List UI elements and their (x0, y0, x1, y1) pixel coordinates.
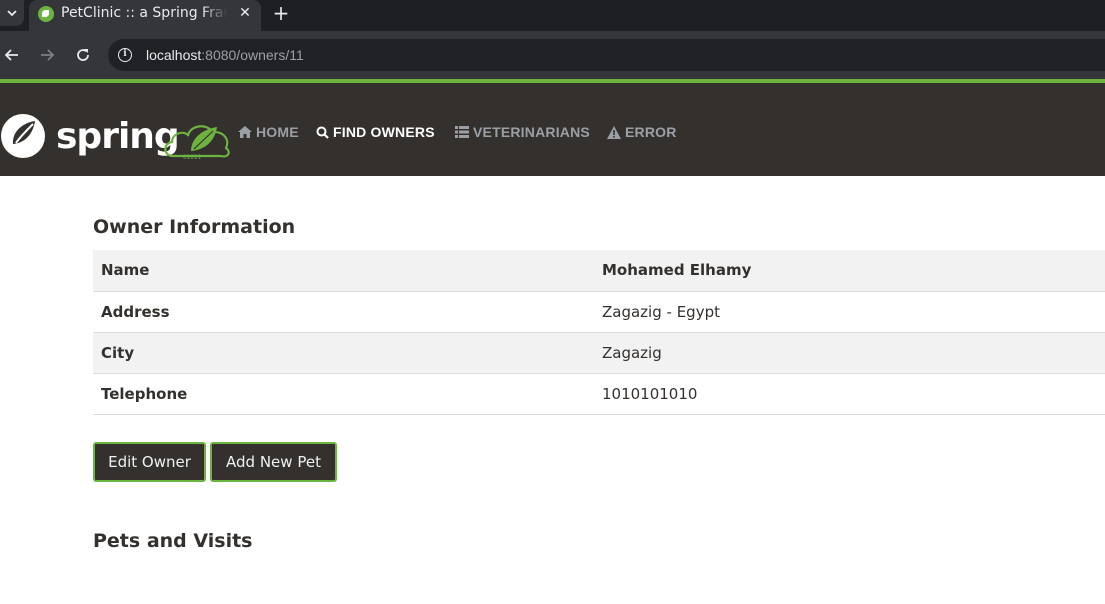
spring-wordmark: spring (56, 116, 179, 157)
chevron-down-icon (7, 10, 17, 17)
owner-information-table: Name Mohamed Elhamy Address Zagazig - Eg… (93, 250, 1105, 415)
owner-address-value: Zagazig - Egypt (602, 302, 720, 321)
owner-information-heading: Owner Information (93, 216, 296, 238)
nav-veterinarians-label: VETERINARIANS (473, 124, 590, 140)
owner-telephone-value: 1010101010 (602, 384, 698, 403)
add-new-pet-button[interactable]: Add New Pet (210, 442, 337, 482)
arrow-left-icon (4, 49, 18, 61)
url-text: localhost:8080/owners/11 (146, 46, 304, 64)
nav-error[interactable]: ERROR (607, 124, 677, 140)
spring-favicon-icon (38, 6, 54, 22)
owner-name-value: Mohamed Elhamy (602, 261, 752, 280)
table-row: Telephone 1010101010 (93, 373, 1105, 414)
nav-veterinarians[interactable]: VETERINARIANS (455, 124, 590, 140)
site-info-icon[interactable]: i (118, 48, 132, 62)
table-row: Address Zagazig - Egypt (93, 291, 1105, 332)
address-bar[interactable]: i localhost:8080/owners/11 (108, 39, 1105, 71)
edit-owner-button[interactable]: Edit Owner (93, 442, 206, 482)
browser-toolbar: i localhost:8080/owners/11 (0, 31, 1105, 79)
browser-tab-strip: PetClinic :: a Spring Framework demonstr… (0, 0, 1105, 31)
owner-name-label: Name (101, 261, 150, 280)
nav-find-owners[interactable]: FIND OWNERS (316, 124, 435, 140)
nav-home-label: HOME (256, 124, 299, 140)
arrow-right-icon (41, 49, 55, 61)
home-icon (238, 126, 252, 138)
owner-telephone-label: Telephone (101, 384, 188, 403)
browser-tab[interactable]: PetClinic :: a Spring Framework demonstr… (29, 0, 261, 31)
search-icon (316, 126, 329, 139)
site-navbar: spring 01011 HOME FIND OWNERS VETERINARI… (0, 79, 1105, 176)
pets-and-visits-heading: Pets and Visits (93, 530, 253, 552)
owner-city-value: Zagazig (602, 343, 662, 362)
owner-city-label: City (101, 343, 135, 362)
svg-text:01011: 01011 (183, 154, 201, 161)
tab-search-button[interactable] (0, 0, 24, 26)
list-icon (455, 126, 469, 138)
spring-logo[interactable]: spring 01011 (0, 107, 232, 163)
nav-error-label: ERROR (625, 124, 677, 140)
reload-button[interactable] (73, 45, 93, 65)
url-host: localhost (146, 47, 202, 63)
table-row: City Zagazig (93, 332, 1105, 373)
table-row: Name Mohamed Elhamy (93, 250, 1105, 291)
new-tab-button[interactable]: + (270, 3, 292, 23)
forward-button[interactable] (37, 45, 57, 65)
nav-home[interactable]: HOME (238, 124, 299, 140)
nav-find-owners-label: FIND OWNERS (333, 124, 435, 140)
reload-icon (77, 49, 89, 61)
close-tab-icon[interactable]: ✕ (236, 4, 254, 22)
url-path: :8080/owners/11 (201, 47, 304, 63)
tab-title: PetClinic :: a Spring Framework demonstr… (61, 5, 227, 21)
owner-address-label: Address (101, 302, 170, 321)
back-button[interactable] (2, 45, 22, 65)
warning-icon (607, 125, 621, 139)
